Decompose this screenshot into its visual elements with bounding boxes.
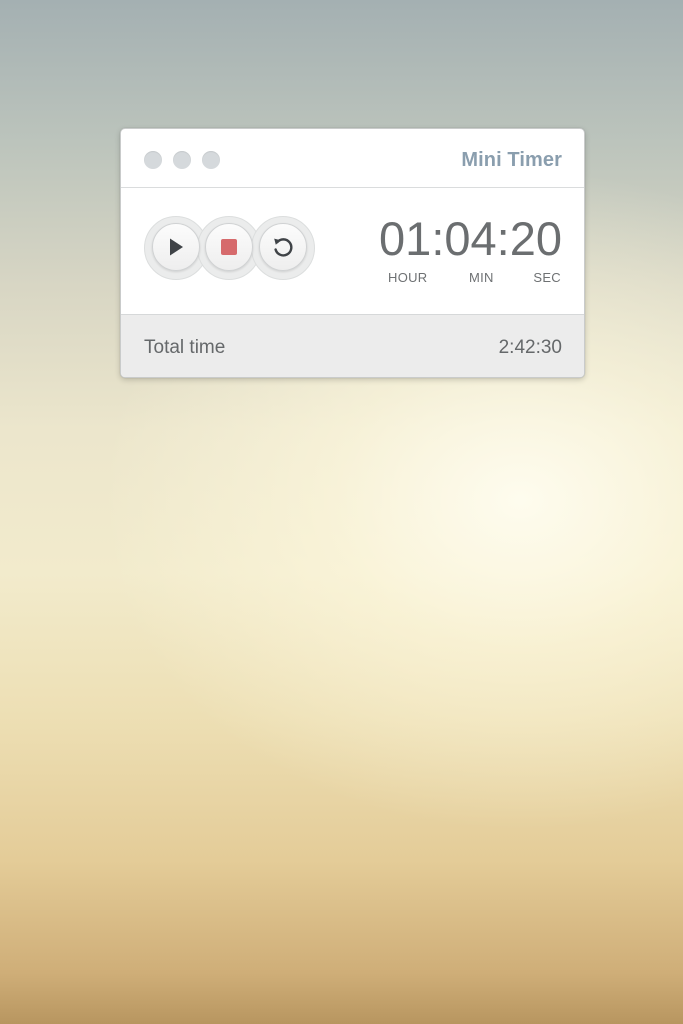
reset-button[interactable] [259, 223, 307, 271]
play-icon [170, 238, 183, 256]
timer-display: 01:04:20 HOUR MIN SEC [379, 215, 562, 286]
total-time-bar: Total time 2:42:30 [121, 314, 584, 377]
total-time-label: Total time [144, 337, 226, 358]
minimize-window-button[interactable] [173, 151, 191, 169]
close-window-button[interactable] [144, 151, 162, 169]
window-title: Mini Timer [461, 149, 562, 171]
sec-label: SEC [533, 270, 561, 285]
play-button[interactable] [152, 223, 200, 271]
stop-icon [221, 239, 237, 255]
reset-icon [274, 238, 293, 257]
stop-button[interactable] [205, 223, 253, 271]
hour-label: HOUR [388, 270, 428, 285]
time-unit-labels: HOUR MIN SEC [381, 270, 562, 286]
mini-timer-window: Mini Timer 01:04:20 HOUR MIN SEC Total t… [120, 128, 585, 378]
timer-panel: 01:04:20 HOUR MIN SEC [121, 188, 584, 314]
min-label: MIN [469, 270, 494, 285]
elapsed-time: 01:04:20 [379, 212, 562, 265]
zoom-window-button[interactable] [202, 151, 220, 169]
titlebar: Mini Timer [121, 129, 584, 188]
total-time-value: 2:42:30 [498, 337, 562, 358]
control-button-group [144, 216, 315, 280]
